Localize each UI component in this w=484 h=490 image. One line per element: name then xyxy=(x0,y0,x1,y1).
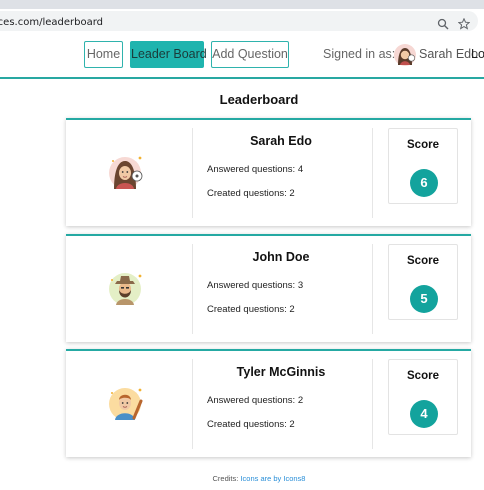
divider xyxy=(372,128,373,218)
avatar-cell xyxy=(66,244,193,334)
score-box: Score 5 xyxy=(388,244,458,320)
browser-address-bar[interactable]: spaces.com/leaderboard xyxy=(0,9,484,33)
score-badge: 5 xyxy=(410,285,438,313)
score-box: Score 6 xyxy=(388,128,458,204)
created-questions: Created questions: 2 xyxy=(207,188,295,199)
browser-tab-strip xyxy=(0,0,484,9)
score-label: Score xyxy=(407,255,439,267)
avatar-cell xyxy=(66,359,193,449)
credits-link[interactable]: Icons are by Icons8 xyxy=(240,474,305,483)
credits-label: Credits: xyxy=(212,474,239,483)
user-name: Sarah Edo xyxy=(250,134,312,148)
answered-questions: Answered questions: 4 xyxy=(207,164,304,175)
score-badge: 4 xyxy=(410,400,438,428)
credits-footer: Credits: Icons are by Icons8 xyxy=(0,474,484,483)
score-badge: 6 xyxy=(410,169,438,197)
leaderboard-card: John Doe Answered questions: 3 Created q… xyxy=(66,234,471,342)
avatar-cell xyxy=(66,128,193,218)
divider xyxy=(372,244,373,334)
score-label: Score xyxy=(407,139,439,151)
created-questions: Created questions: 2 xyxy=(207,419,295,430)
leaderboard-card: Tyler McGinnis Answered questions: 2 Cre… xyxy=(66,349,471,457)
score-box: Score 4 xyxy=(388,359,458,435)
nav-add-question-button[interactable]: Add Question xyxy=(211,41,289,68)
answered-questions: Answered questions: 3 xyxy=(207,280,304,291)
user-name: Tyler McGinnis xyxy=(236,365,326,379)
score-label: Score xyxy=(407,370,439,382)
signed-in-user-name: Sarah Edo xyxy=(419,47,479,61)
zoom-icon[interactable] xyxy=(437,15,449,30)
woman-avatar-icon xyxy=(109,156,143,189)
nav-leaderboard-button[interactable]: Leader Board xyxy=(130,41,207,68)
divider xyxy=(372,359,373,449)
answered-questions: Answered questions: 2 xyxy=(207,395,304,406)
created-questions: Created questions: 2 xyxy=(207,304,295,315)
leaderboard-card: Sarah Edo Answered questions: 4 Created … xyxy=(66,118,471,226)
bearded-man-hat-avatar-icon xyxy=(109,273,142,305)
man-with-bat-avatar-icon xyxy=(109,388,143,420)
user-avatar-icon xyxy=(393,43,417,67)
nav-home-button[interactable]: Home xyxy=(84,41,123,68)
star-icon[interactable] xyxy=(457,15,471,30)
signed-in-label: Signed in as: xyxy=(323,47,396,61)
page-title: Leaderboard xyxy=(219,92,299,107)
address-field[interactable]: spaces.com/leaderboard xyxy=(0,11,478,31)
user-name: John Doe xyxy=(252,250,310,264)
logout-button[interactable]: Lo xyxy=(471,47,484,61)
app-navbar: Home Leader Board Add Question Signed in… xyxy=(0,33,484,79)
url-text[interactable]: spaces.com/leaderboard xyxy=(0,17,103,28)
